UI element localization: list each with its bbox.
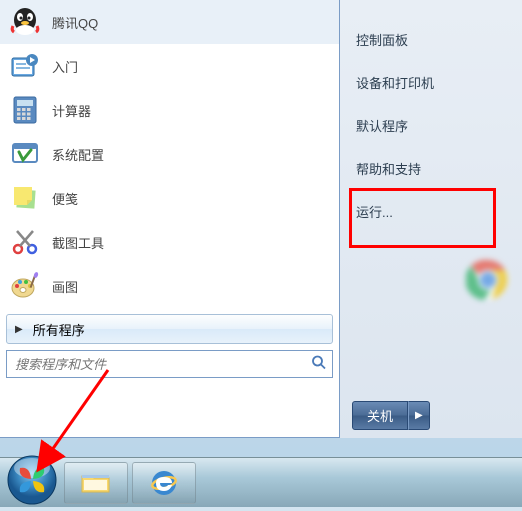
program-item-stickynotes[interactable]: 便笺 bbox=[0, 176, 339, 220]
taskbar-item-ie[interactable] bbox=[132, 462, 196, 504]
paint-icon bbox=[8, 269, 42, 303]
program-label: 系统配置 bbox=[52, 145, 104, 164]
right-item-label: 运行... bbox=[356, 205, 393, 220]
program-item-qq[interactable]: 腾讯QQ bbox=[0, 0, 339, 44]
stickynotes-icon bbox=[8, 181, 42, 215]
taskbar bbox=[0, 457, 522, 507]
right-item-label: 设备和打印机 bbox=[356, 76, 434, 91]
program-label: 入门 bbox=[52, 57, 78, 76]
right-item-label: 控制面板 bbox=[356, 33, 408, 48]
start-button[interactable] bbox=[4, 452, 60, 508]
program-item-snipping[interactable]: 截图工具 bbox=[0, 220, 339, 264]
msconfig-icon bbox=[8, 137, 42, 171]
ie-icon bbox=[148, 467, 180, 499]
right-item-label: 默认程序 bbox=[356, 119, 408, 134]
program-item-paint[interactable]: 画图 bbox=[0, 264, 339, 308]
taskbar-item-explorer[interactable] bbox=[64, 462, 128, 504]
chrome-icon-desktop bbox=[466, 258, 510, 302]
right-item-default-programs[interactable]: 默认程序 bbox=[340, 104, 522, 147]
all-programs-button[interactable]: ▶ 所有程序 bbox=[6, 314, 333, 344]
shutdown-options-button[interactable]: ▶ bbox=[408, 401, 430, 430]
shutdown-button[interactable]: 关机 bbox=[352, 401, 408, 430]
right-item-help[interactable]: 帮助和支持 bbox=[340, 147, 522, 190]
right-item-label: 帮助和支持 bbox=[356, 162, 421, 177]
program-label: 画图 bbox=[52, 277, 78, 296]
shutdown-container: 关机 ▶ bbox=[352, 401, 430, 430]
start-menu-left-panel: 腾讯QQ 入门 bbox=[0, 0, 340, 438]
right-item-run[interactable]: 运行... bbox=[340, 190, 522, 233]
folder-icon bbox=[79, 469, 113, 497]
search-icon bbox=[311, 355, 327, 374]
right-item-devices[interactable]: 设备和打印机 bbox=[340, 61, 522, 104]
program-item-msconfig[interactable]: 系统配置 bbox=[0, 132, 339, 176]
snipping-icon bbox=[8, 225, 42, 259]
program-label: 计算器 bbox=[52, 101, 91, 120]
getstarted-icon bbox=[8, 49, 42, 83]
program-item-calculator[interactable]: 计算器 bbox=[0, 88, 339, 132]
program-label: 腾讯QQ bbox=[52, 13, 98, 32]
arrow-right-icon: ▶ bbox=[15, 324, 23, 335]
program-label: 截图工具 bbox=[52, 233, 104, 252]
program-item-getstarted[interactable]: 入门 bbox=[0, 44, 339, 88]
program-list: 腾讯QQ 入门 bbox=[0, 0, 339, 308]
search-container bbox=[6, 350, 333, 378]
all-programs-label: 所有程序 bbox=[33, 320, 85, 339]
search-input[interactable] bbox=[6, 350, 333, 378]
right-item-control-panel[interactable]: 控制面板 bbox=[340, 18, 522, 61]
start-menu-right-panel: 控制面板 设备和打印机 默认程序 帮助和支持 运行... 关机 ▶ bbox=[340, 0, 522, 438]
program-label: 便笺 bbox=[52, 189, 78, 208]
calculator-icon bbox=[8, 93, 42, 127]
qq-icon bbox=[8, 5, 42, 39]
